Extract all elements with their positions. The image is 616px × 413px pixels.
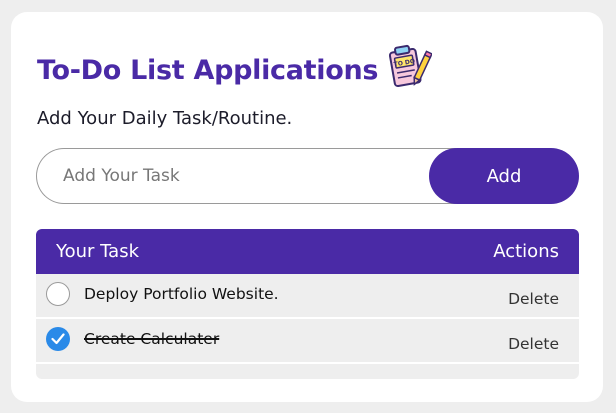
- task-checkbox[interactable]: [46, 327, 70, 351]
- page-subtitle: Add Your Daily Task/Routine.: [37, 108, 293, 129]
- task-form: Add: [36, 148, 579, 204]
- title-row: To-Do List Applications TO DO: [37, 44, 434, 94]
- column-header-task: Your Task: [56, 241, 139, 262]
- task-list: Your Task Actions Deploy Portfolio Websi…: [36, 229, 579, 379]
- list-item: Create Calculater Delete: [36, 319, 579, 364]
- task-text: Create Calculater: [84, 330, 220, 348]
- task-text: Deploy Portfolio Website.: [84, 285, 279, 303]
- delete-button[interactable]: Delete: [508, 335, 559, 353]
- delete-button[interactable]: Delete: [508, 290, 559, 308]
- add-button[interactable]: Add: [429, 148, 579, 204]
- task-input[interactable]: [36, 148, 456, 204]
- todo-card: To-Do List Applications TO DO Add Your D…: [11, 12, 603, 402]
- page-title: To-Do List Applications: [37, 54, 379, 86]
- task-checkbox[interactable]: [46, 282, 70, 306]
- todo-clipboard-icon: TO DO: [384, 42, 434, 90]
- list-item: Deploy Portfolio Website. Delete: [36, 274, 579, 319]
- check-icon: [51, 333, 65, 345]
- column-header-actions: Actions: [493, 241, 559, 262]
- task-list-header: Your Task Actions: [36, 229, 579, 274]
